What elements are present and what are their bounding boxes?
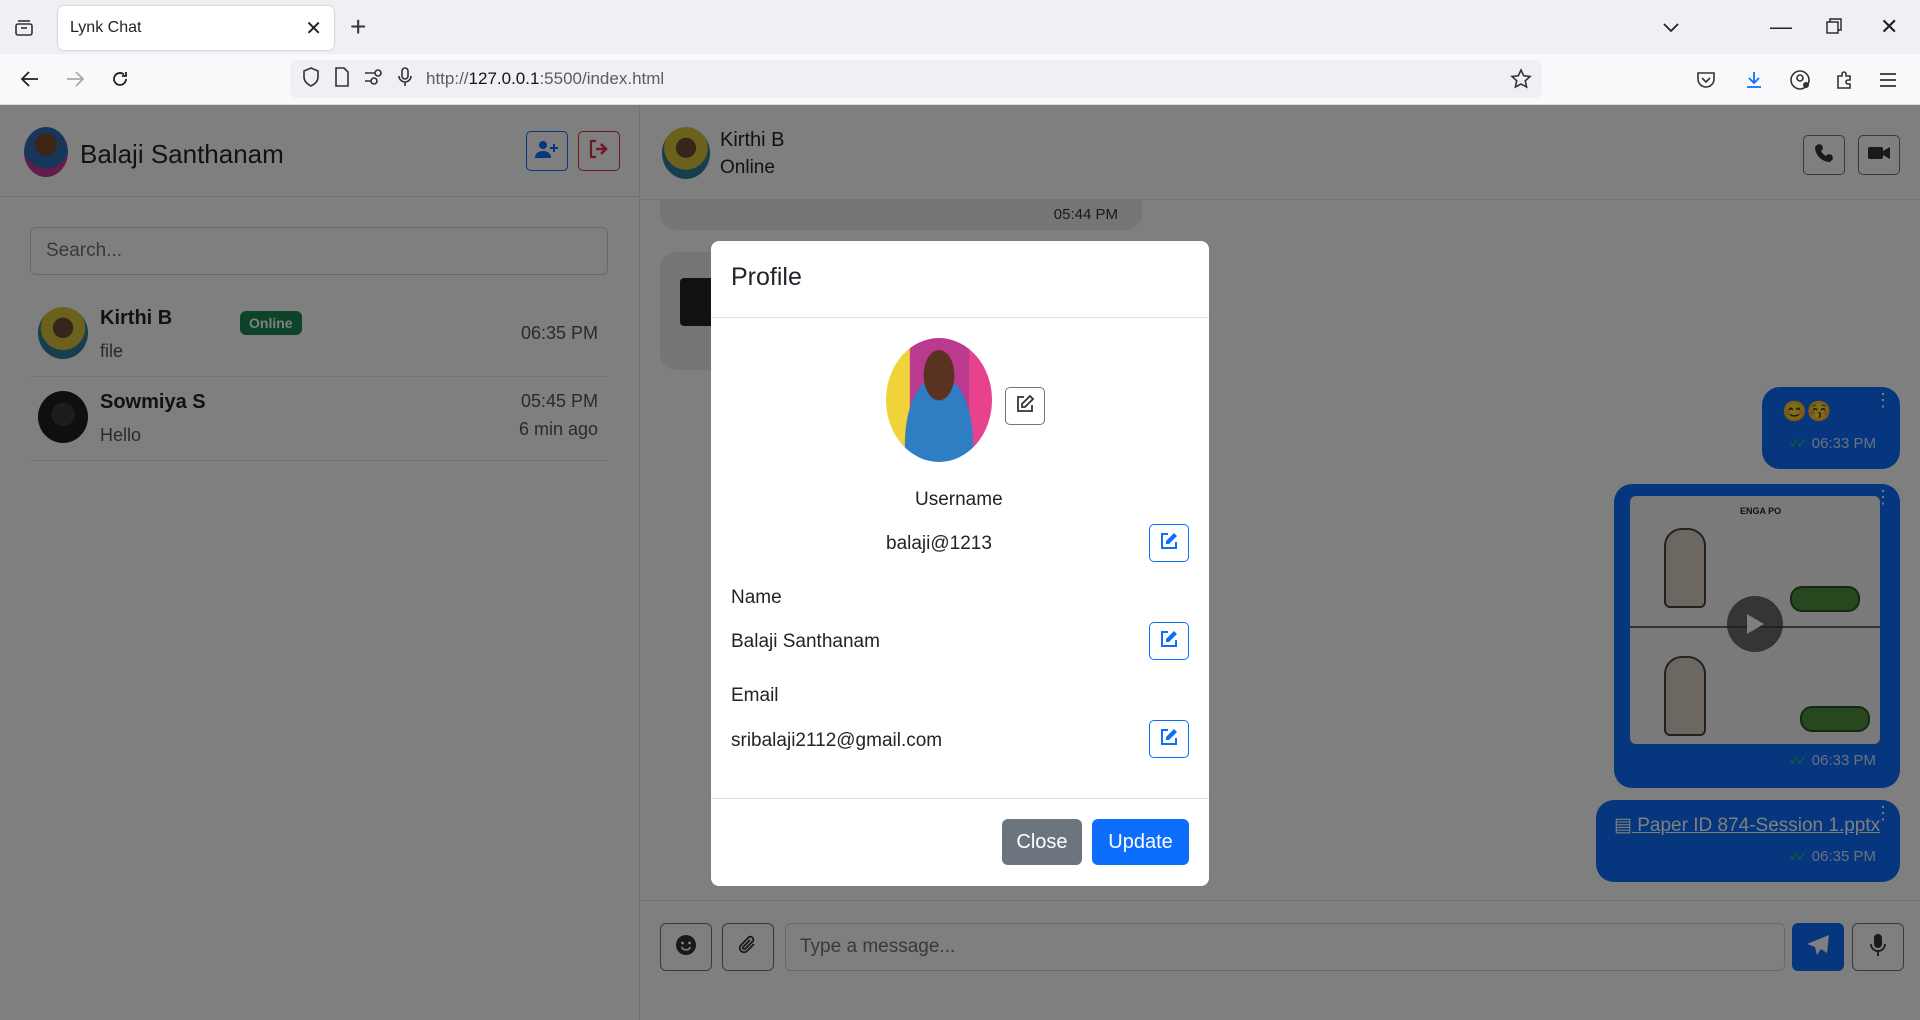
permissions-icon[interactable]	[364, 68, 384, 90]
bookmark-star-icon[interactable]	[1510, 68, 1532, 95]
name-label: Name	[731, 587, 782, 608]
tab-list-icon[interactable]	[10, 14, 38, 42]
profile-picture	[886, 338, 992, 462]
email-value: sribalaji2112@gmail.com	[731, 730, 943, 751]
back-arrow-icon[interactable]	[15, 64, 45, 94]
tab-title: Lynk Chat	[70, 19, 142, 36]
close-button[interactable]: Close	[1002, 819, 1082, 865]
close-window-icon[interactable]: ✕	[1880, 12, 1898, 42]
minimize-icon[interactable]: —	[1770, 12, 1792, 42]
tab-overflow-chevron-icon[interactable]	[1662, 12, 1680, 42]
username-label: Username	[915, 489, 1003, 510]
update-button[interactable]: Update	[1092, 819, 1189, 865]
downloads-icon[interactable]	[1740, 66, 1768, 94]
forward-arrow-icon[interactable]	[60, 64, 90, 94]
pocket-icon[interactable]	[1692, 66, 1720, 94]
address-bar[interactable]: http://127.0.0.1:5500/index.html	[290, 60, 1542, 98]
reload-icon[interactable]	[105, 64, 135, 94]
edit-icon	[1159, 629, 1179, 654]
menu-hamburger-icon[interactable]	[1874, 66, 1902, 94]
edit-name-button[interactable]	[1149, 622, 1189, 660]
edit-icon	[1159, 727, 1179, 752]
url-text: http://127.0.0.1:5500/index.html	[426, 69, 665, 88]
edit-icon	[1159, 531, 1179, 556]
email-label: Email	[731, 685, 779, 706]
edit-icon	[1015, 394, 1035, 419]
modal-divider	[711, 798, 1209, 799]
edit-profile-picture-button[interactable]	[1005, 387, 1045, 425]
browser-tab-lynk-chat[interactable]: Lynk Chat ✕	[58, 6, 334, 50]
username-value: balaji@1213	[886, 533, 992, 554]
profile-modal: Profile Username balaji@1213 Name Balaji…	[711, 241, 1209, 886]
close-tab-icon[interactable]: ✕	[305, 16, 322, 41]
edit-username-button[interactable]	[1149, 524, 1189, 562]
modal-title: Profile	[731, 263, 802, 291]
browser-nav-bar: http://127.0.0.1:5500/index.html	[0, 54, 1920, 105]
new-tab-icon[interactable]: +	[350, 12, 366, 42]
browser-tab-bar: Lynk Chat ✕ + — ✕	[0, 0, 1920, 54]
restore-icon[interactable]	[1826, 12, 1842, 42]
shield-icon[interactable]	[302, 66, 320, 92]
modal-divider	[711, 317, 1209, 318]
extensions-icon[interactable]	[1830, 66, 1858, 94]
edit-email-button[interactable]	[1149, 720, 1189, 758]
page-icon[interactable]	[334, 66, 350, 92]
microphone-icon[interactable]	[398, 66, 412, 92]
account-icon[interactable]	[1786, 66, 1814, 94]
name-value: Balaji Santhanam	[731, 631, 880, 652]
